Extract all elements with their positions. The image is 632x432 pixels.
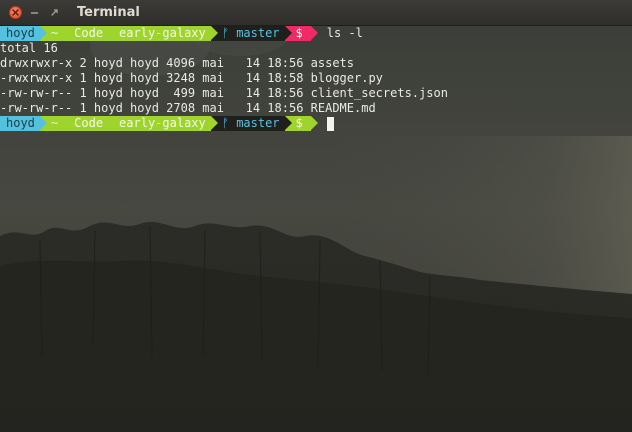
text-cursor[interactable] (326, 117, 334, 131)
prompt-git-segment: ᚠ master (210, 26, 292, 41)
window-title: Terminal (77, 5, 140, 20)
prompt-branch-label: master (236, 26, 280, 40)
close-window-button[interactable] (9, 6, 22, 19)
listing-row: -rwxrwxr-x 1 hoyd hoyd 3248 mai 14 18:58… (0, 71, 383, 85)
prompt-line-active: hoyd ~ Code early-galaxy ᚠ master $ (0, 116, 632, 131)
prompt-user-segment: hoyd (0, 26, 47, 41)
prompt-repo-segment: early-galaxy (108, 26, 218, 41)
terminal-window: Terminal hoyd ~ Code early-galaxy ᚠ mast… (0, 0, 632, 432)
prompt-repo-segment: early-galaxy (108, 116, 218, 131)
minimize-icon (30, 12, 39, 14)
restore-icon (51, 9, 58, 16)
command-text: ls -l (326, 26, 363, 40)
close-icon (12, 9, 19, 16)
title-bar: Terminal (0, 0, 632, 26)
maximize-window-button[interactable] (48, 6, 61, 19)
output-total-line: total 16 (0, 41, 58, 55)
minimize-window-button[interactable] (28, 6, 41, 19)
prompt-git-segment: ᚠ master (210, 116, 292, 131)
git-branch-icon: ᚠ (221, 26, 229, 40)
git-branch-icon: ᚠ (221, 116, 229, 130)
prompt-branch-label: master (236, 116, 280, 130)
prompt-user-segment: hoyd (0, 116, 47, 131)
terminal-output-area[interactable]: hoyd ~ Code early-galaxy ᚠ master $ ls -… (0, 26, 632, 131)
listing-row: -rw-rw-r-- 1 hoyd hoyd 2708 mai 14 18:56… (0, 101, 376, 115)
listing-row: -rw-rw-r-- 1 hoyd hoyd 499 mai 14 18:56 … (0, 86, 448, 100)
prompt-line: hoyd ~ Code early-galaxy ᚠ master $ ls -… (0, 26, 632, 41)
listing-row: drwxrwxr-x 2 hoyd hoyd 4096 mai 14 18:56… (0, 56, 355, 70)
